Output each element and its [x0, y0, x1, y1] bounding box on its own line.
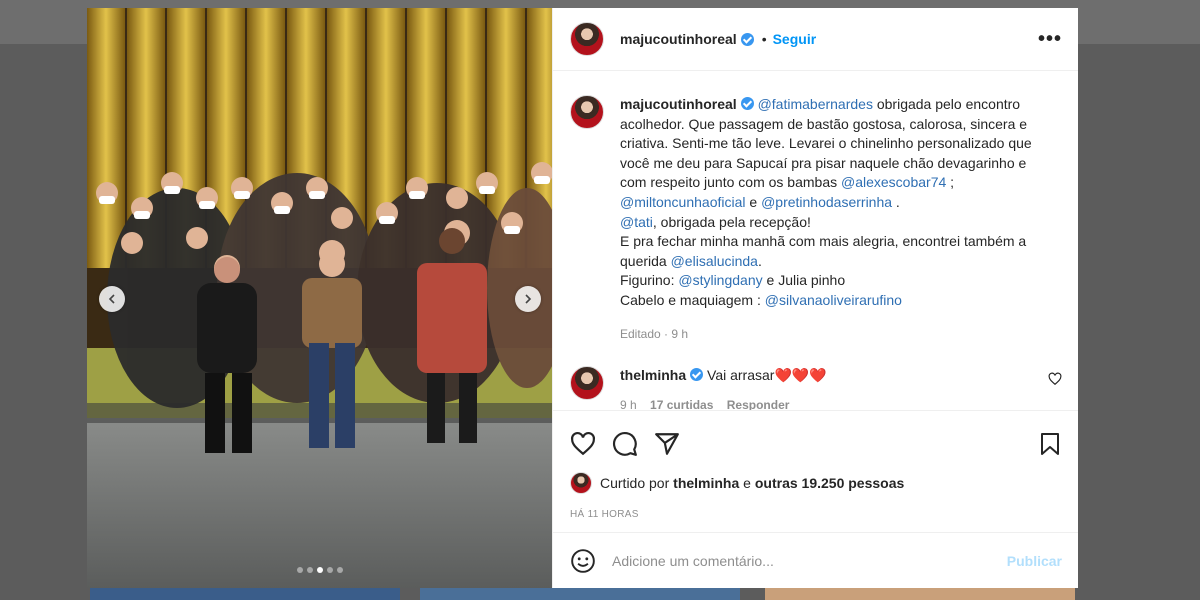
share-paper-plane-icon[interactable]	[654, 431, 680, 457]
carousel-dot	[336, 567, 343, 573]
caption-text-segment: e	[745, 193, 762, 210]
header-separator: •	[761, 31, 767, 47]
like-heart-icon[interactable]	[570, 431, 596, 457]
comment-meta: 9 h 17 curtidas Responder	[620, 396, 1048, 411]
caption-text-segment: .	[757, 252, 762, 269]
avatar[interactable]	[570, 366, 604, 401]
more-options-icon[interactable]: •••	[1038, 28, 1062, 51]
carousel-dot	[306, 567, 313, 573]
caption-edited-time: Editado · 9 h	[620, 326, 689, 341]
backdrop-thumbnail	[90, 588, 400, 600]
avatar[interactable]	[570, 95, 604, 129]
chevron-left-icon	[108, 294, 115, 304]
carousel-dot	[296, 567, 303, 573]
caption-text-segment: .	[892, 193, 900, 210]
verified-badge-icon	[690, 368, 704, 382]
mention-link[interactable]: @elisalucinda	[671, 253, 758, 269]
carousel-prev-button[interactable]	[99, 286, 125, 312]
avatar[interactable]	[570, 22, 604, 56]
comment-bubble-icon[interactable]	[612, 431, 638, 457]
likes-text[interactable]: Curtido por thelminha e outras 19.250 pe…	[600, 475, 904, 491]
caption-username[interactable]: majucoutinhoreal	[620, 96, 737, 112]
carousel-dot	[326, 567, 333, 573]
comment-likes[interactable]: 17 curtidas	[650, 398, 713, 410]
like-comment-heart-icon[interactable]	[1048, 372, 1062, 386]
caption-text-segment: e Julia pinho	[762, 272, 846, 289]
caption-text: majucoutinhoreal @fatimabernardes obriga…	[620, 95, 1040, 344]
post-photo	[87, 8, 552, 588]
mention-link[interactable]: @silvanaoliveirarufino	[765, 292, 902, 308]
likes-user[interactable]: thelminha	[673, 475, 739, 491]
likes-others[interactable]: outras 19.250 pessoas	[755, 475, 904, 491]
emoji-smiley-icon[interactable]	[570, 548, 596, 574]
comment-item: thelminha Vai arrasar❤️❤️❤️ 9 h 17 curti…	[570, 366, 1062, 411]
avatar[interactable]	[570, 472, 592, 494]
publish-button[interactable]: Publicar	[1007, 553, 1062, 569]
post-side-panel: majucoutinhoreal • Seguir ••• majucoutin…	[552, 8, 1078, 588]
follow-button[interactable]: Seguir	[773, 31, 817, 47]
carousel-indicator	[87, 567, 552, 573]
caption: majucoutinhoreal @fatimabernardes obriga…	[570, 95, 1062, 344]
post-timestamp[interactable]: HÁ 11 HORAS	[553, 494, 1078, 520]
comment-input[interactable]	[612, 552, 1007, 569]
author-username[interactable]: majucoutinhoreal	[620, 31, 737, 47]
post-header: majucoutinhoreal • Seguir •••	[553, 8, 1078, 71]
carousel-dot	[316, 567, 323, 573]
likes-prefix: Curtido por	[600, 475, 670, 491]
post-modal: majucoutinhoreal • Seguir ••• majucoutin…	[87, 8, 1078, 588]
comments-section[interactable]: majucoutinhoreal @fatimabernardes obriga…	[553, 71, 1078, 411]
verified-badge-icon	[740, 97, 754, 110]
chevron-right-icon	[525, 294, 532, 304]
mention-link[interactable]: @stylingdany	[678, 272, 762, 288]
comment-text: Vai arrasar	[707, 367, 775, 384]
caption-text-segment: , obrigada pela recepção!	[652, 213, 811, 230]
comment-hearts: ❤️❤️❤️	[774, 367, 827, 384]
comment-content: thelminha Vai arrasar❤️❤️❤️ 9 h 17 curti…	[620, 366, 1048, 411]
post-image	[87, 8, 552, 588]
caption-text-segment: ;	[946, 174, 955, 191]
caption-text-segment: Cabelo e maquiagem :	[620, 291, 765, 308]
mention-link[interactable]: @miltoncunhaoficial	[620, 194, 746, 210]
mention-link[interactable]: @tati	[620, 214, 653, 230]
reply-button[interactable]: Responder	[727, 398, 790, 410]
backdrop-thumbnail	[765, 588, 1075, 600]
save-bookmark-icon[interactable]	[1038, 431, 1062, 457]
caption-text-segment: Figurino:	[620, 272, 679, 289]
post-actions	[553, 411, 1078, 463]
likes-middle: e	[743, 475, 751, 491]
comment-username[interactable]: thelminha	[620, 367, 686, 383]
backdrop-thumbnail	[420, 588, 740, 600]
add-comment-bar: Publicar	[553, 532, 1078, 588]
mention-link[interactable]: @alexescobar74	[841, 174, 946, 190]
mention-link[interactable]: @pretinhodaserrinha	[761, 194, 892, 210]
likes-summary: Curtido por thelminha e outras 19.250 pe…	[553, 463, 1078, 494]
mention-link[interactable]: @fatimabernardes	[758, 96, 873, 112]
verified-badge-icon	[740, 32, 754, 46]
comment-time: 9 h	[620, 398, 637, 411]
carousel-next-button[interactable]	[515, 286, 541, 312]
